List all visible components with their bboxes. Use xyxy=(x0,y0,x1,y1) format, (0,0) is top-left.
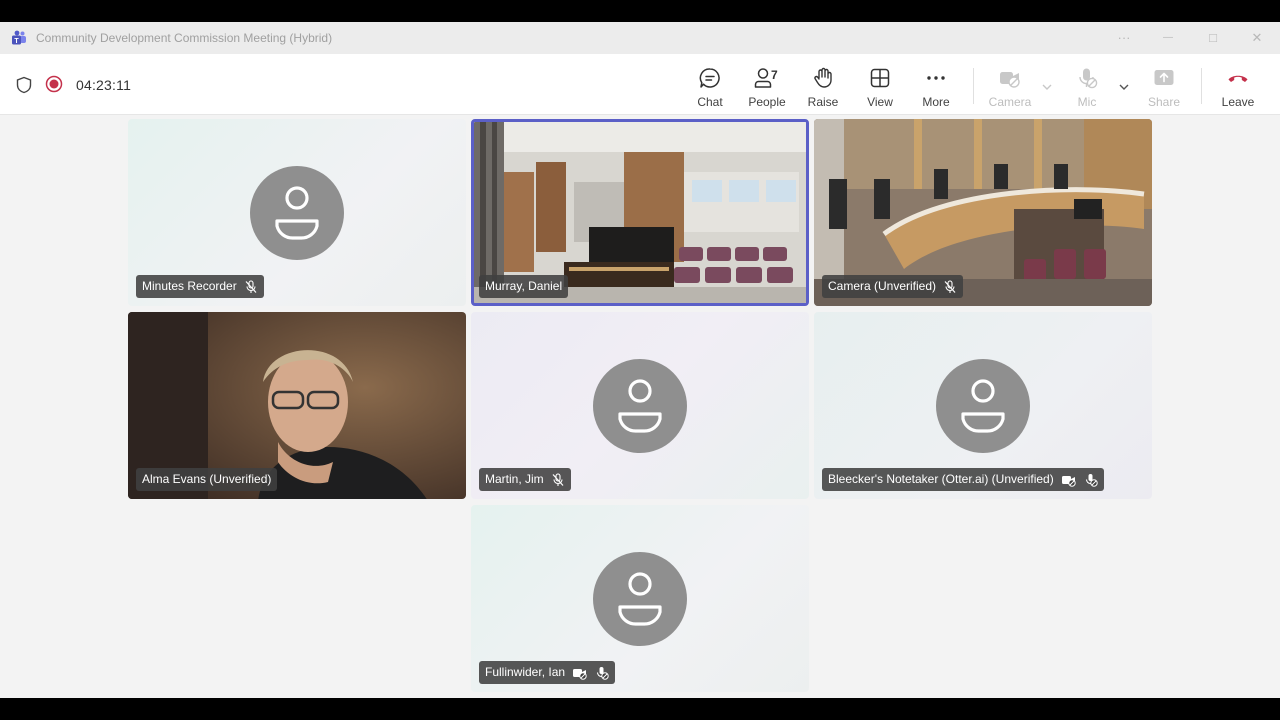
hand-icon xyxy=(814,67,832,88)
participant-name: Alma Evans (Unverified) xyxy=(142,472,272,486)
view-button[interactable]: View xyxy=(852,60,908,110)
participant-name: Camera (Unverified) xyxy=(828,279,937,293)
participant-name: Bleecker's Notetaker (Otter.ai) (Unverif… xyxy=(828,472,1054,486)
participant-name-chip: Murray, Daniel xyxy=(479,275,569,298)
participant-name-chip: Alma Evans (Unverified) xyxy=(136,468,278,491)
meeting-timer: 04:23:11 xyxy=(76,77,132,93)
recording-icon xyxy=(45,75,63,93)
teams-logo-icon: T xyxy=(12,30,26,45)
camera-off-icon xyxy=(1000,72,1020,88)
minimize-button[interactable]: — xyxy=(1158,28,1178,48)
camera-button[interactable]: Camera xyxy=(982,60,1038,110)
participant-name-chip: Camera (Unverified) xyxy=(822,275,964,298)
raise-label: Raise xyxy=(807,95,839,109)
view-label: View xyxy=(867,95,893,109)
chat-button[interactable]: Chat xyxy=(682,60,738,110)
participant-tile[interactable]: Camera (Unverified) xyxy=(814,119,1152,306)
toolbar-divider xyxy=(1201,68,1202,104)
participant-name-chip: Minutes Recorder xyxy=(136,275,264,298)
people-button[interactable]: 7 People xyxy=(739,60,795,110)
participant-name-chip: Bleecker's Notetaker (Otter.ai) (Unverif… xyxy=(822,468,1104,491)
more-button[interactable]: More xyxy=(908,60,964,110)
share-icon xyxy=(1154,70,1174,85)
leave-label: Leave xyxy=(1221,95,1255,109)
participant-tile[interactable]: Minutes Recorder xyxy=(128,119,466,306)
participant-tile[interactable]: Alma Evans (Unverified) xyxy=(128,312,466,499)
mic-label: Mic xyxy=(1077,95,1097,109)
maximize-button[interactable]: □ xyxy=(1203,28,1223,48)
person-icon xyxy=(275,186,319,240)
participant-tile[interactable]: Bleecker's Notetaker (Otter.ai) (Unverif… xyxy=(814,312,1152,499)
camera-options-chevron-icon[interactable] xyxy=(1040,80,1054,94)
share-button[interactable]: Share xyxy=(1136,60,1192,110)
person-icon xyxy=(961,379,1005,433)
more-dots-icon xyxy=(927,76,945,80)
mic-muted-icon xyxy=(944,279,956,293)
participant-name: Minutes Recorder xyxy=(142,279,237,293)
person-icon xyxy=(618,379,662,433)
camera-disabled-icon xyxy=(573,668,587,680)
shield-icon[interactable] xyxy=(15,76,33,94)
participant-tile[interactable]: Martin, Jim xyxy=(471,312,809,499)
mic-disabled-icon xyxy=(596,666,609,680)
participant-name: Fullinwider, Ian xyxy=(485,665,566,679)
share-label: Share xyxy=(1147,95,1181,109)
raise-hand-button[interactable]: Raise xyxy=(795,60,851,110)
participant-tile[interactable]: Fullinwider, Ian xyxy=(471,505,809,692)
chat-label: Chat xyxy=(697,95,723,109)
top-letterbox xyxy=(0,0,1280,22)
meeting-toolbar: 04:23:11 Chat 7 People Raise View More C… xyxy=(0,54,1280,115)
mic-button[interactable]: Mic xyxy=(1059,60,1115,110)
participant-name-chip: Martin, Jim xyxy=(479,468,571,491)
avatar xyxy=(593,552,687,646)
participant-tile[interactable]: Murray, Daniel xyxy=(471,119,809,306)
window-title: Community Development Commission Meeting… xyxy=(36,31,333,45)
person-icon xyxy=(618,572,662,626)
participant-name: Martin, Jim xyxy=(485,472,544,486)
people-count-badge: 7 xyxy=(771,68,778,82)
camera-label: Camera xyxy=(988,95,1032,109)
teams-meeting-window: T Community Development Commission Meeti… xyxy=(0,22,1280,698)
leave-button[interactable]: Leave xyxy=(1210,60,1266,110)
mic-off-icon xyxy=(1079,68,1098,89)
avatar xyxy=(936,359,1030,453)
toolbar-divider xyxy=(973,68,974,104)
avatar xyxy=(593,359,687,453)
title-bar: T Community Development Commission Meeti… xyxy=(0,22,1280,54)
mic-disabled-icon xyxy=(1085,473,1098,487)
hang-up-icon xyxy=(1228,75,1248,82)
mic-muted-icon xyxy=(245,279,257,293)
mic-muted-icon xyxy=(552,472,564,486)
avatar xyxy=(250,166,344,260)
people-label: People xyxy=(748,95,786,109)
more-label: More xyxy=(922,95,950,109)
svg-text:T: T xyxy=(14,38,19,45)
camera-disabled-icon xyxy=(1061,475,1076,487)
bottom-letterbox xyxy=(0,698,1280,720)
title-more-button[interactable]: ··· xyxy=(1114,28,1134,48)
chat-icon xyxy=(699,68,720,88)
mic-options-chevron-icon[interactable] xyxy=(1117,80,1131,94)
grid-view-icon xyxy=(870,68,890,88)
participant-name-chip: Fullinwider, Ian xyxy=(479,661,616,684)
participant-name: Murray, Daniel xyxy=(485,279,563,293)
close-button[interactable]: ✕ xyxy=(1247,28,1267,48)
